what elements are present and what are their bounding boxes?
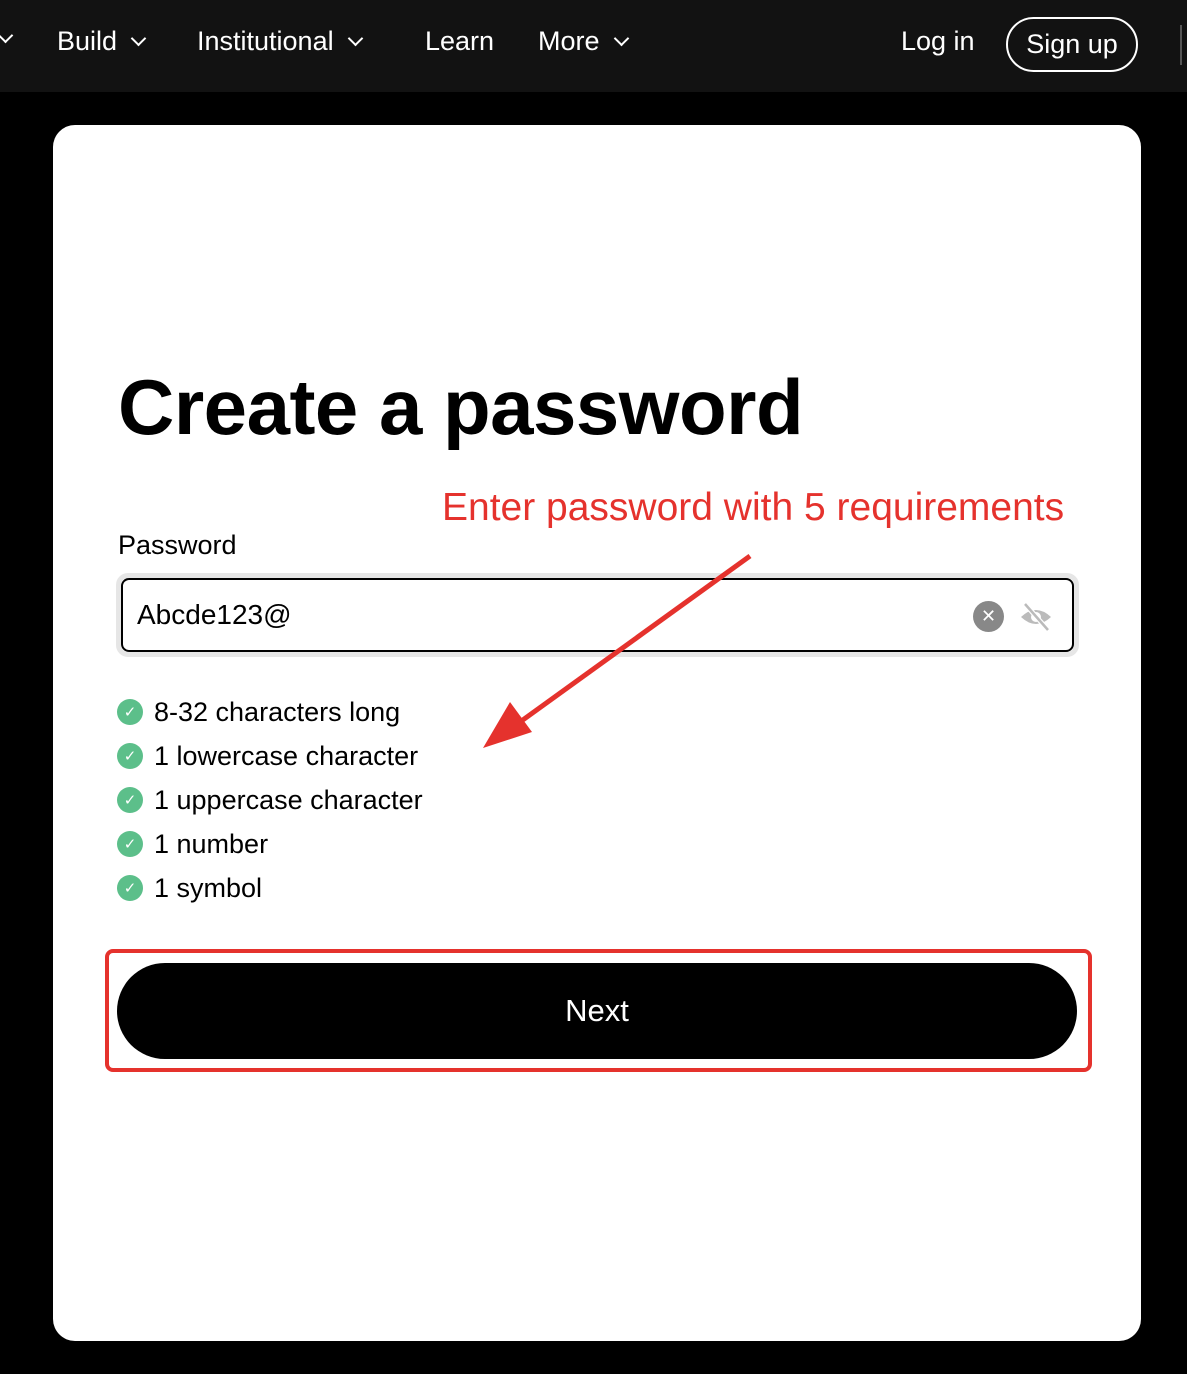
check-icon: ✓ [117, 787, 143, 813]
requirement-item: ✓ 1 uppercase character [117, 778, 423, 822]
check-icon: ✓ [117, 699, 143, 725]
requirements-list: ✓ 8-32 characters long ✓ 1 lowercase chara… [117, 690, 423, 910]
nav-more[interactable]: More [538, 26, 629, 57]
requirement-text: 1 symbol [154, 872, 263, 903]
nav-label: Institutional [197, 26, 334, 56]
requirement-text: 8-32 characters long [154, 696, 401, 727]
nav-label: More [538, 26, 600, 56]
divider [1180, 25, 1182, 65]
annotation-text: Enter password with 5 requirements [442, 486, 1065, 529]
login-link[interactable]: Log in [901, 26, 975, 57]
clear-icon[interactable]: ✕ [973, 601, 1004, 632]
requirement-text: 1 uppercase character [154, 784, 423, 815]
login-label: Log in [901, 26, 975, 56]
check-icon: ✓ [117, 875, 143, 901]
requirement-item: ✓ 8-32 characters long [117, 690, 423, 734]
nav-label: Learn [425, 26, 495, 56]
password-value: Abcde123@ [137, 599, 292, 630]
nav-build[interactable]: Build [57, 26, 147, 57]
eye-off-icon[interactable] [1018, 600, 1054, 634]
page-title: Create a password [118, 363, 804, 451]
check-icon: ✓ [117, 743, 143, 769]
signup-button[interactable]: Sign up [1006, 17, 1138, 72]
next-button[interactable]: Next [117, 963, 1077, 1059]
chevron-down-icon [130, 30, 147, 47]
chevron-down-icon[interactable] [0, 27, 14, 44]
requirement-text: 1 number [154, 828, 269, 859]
chevron-down-icon [613, 30, 629, 47]
nav-label: Build [57, 26, 118, 56]
chevron-down-icon [347, 30, 363, 47]
nav-learn[interactable]: Learn [425, 26, 494, 57]
top-nav: Build Institutional Learn More Log in Si… [0, 0, 1187, 92]
requirement-item: ✓ 1 lowercase character [117, 734, 423, 778]
nav-institutional[interactable]: Institutional [197, 26, 363, 57]
requirement-item: ✓ 1 symbol [117, 866, 423, 910]
requirement-text: 1 lowercase character [154, 740, 419, 771]
check-icon: ✓ [117, 831, 143, 857]
requirement-item: ✓ 1 number [117, 822, 423, 866]
password-label: Password [118, 530, 237, 560]
password-field[interactable]: Abcde123@ ✕ [116, 573, 1079, 657]
next-label: Next [565, 993, 629, 1028]
signup-label: Sign up [1026, 29, 1118, 59]
